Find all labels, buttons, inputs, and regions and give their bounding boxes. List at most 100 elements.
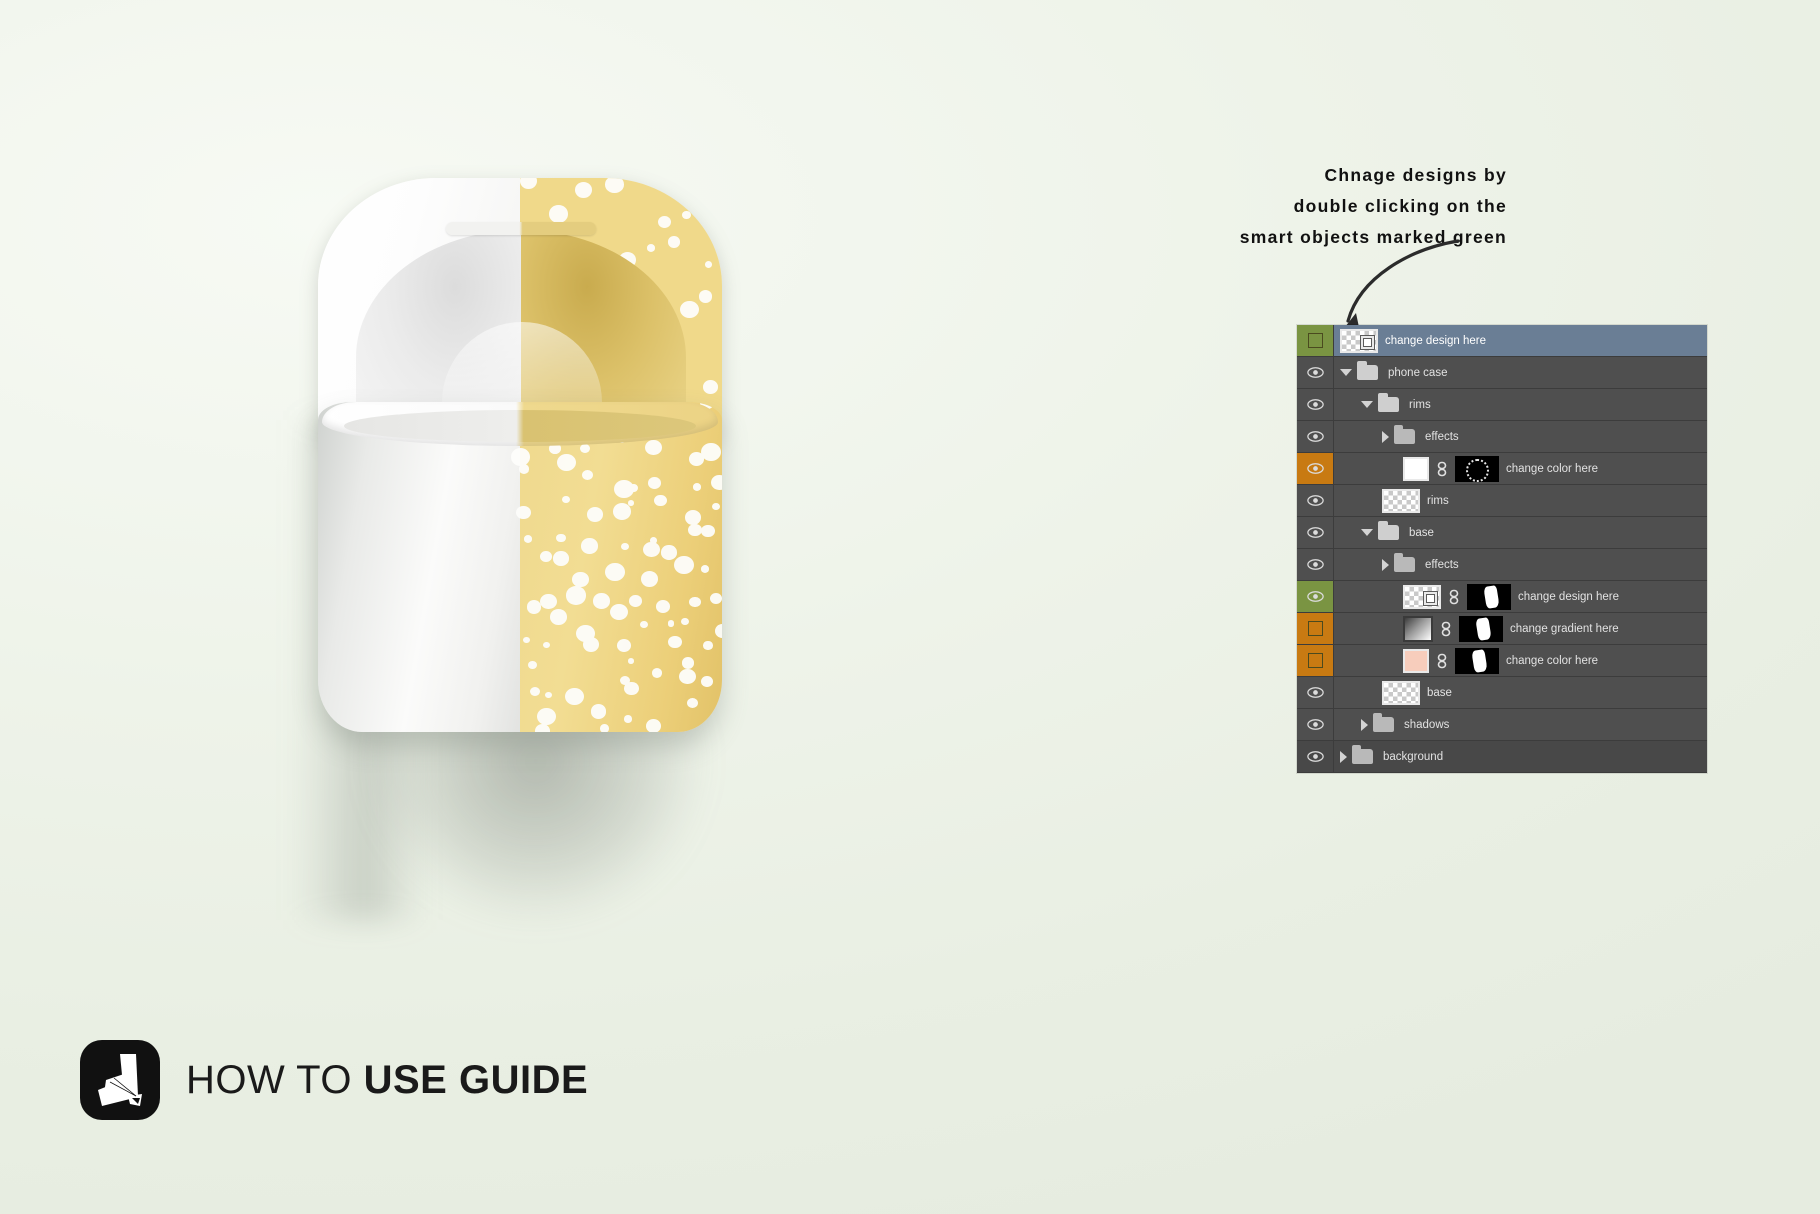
visibility-eye-icon[interactable] xyxy=(1306,367,1324,378)
smart-object-thumbnail[interactable] xyxy=(1403,584,1441,609)
visibility-cell[interactable] xyxy=(1297,357,1334,388)
layer-name: change color here xyxy=(1506,654,1599,667)
mask-shape xyxy=(1475,616,1493,641)
layer-thumbnail[interactable] xyxy=(1382,488,1420,513)
folder-open-icon xyxy=(1357,361,1378,380)
layer-row-body[interactable]: change design here xyxy=(1334,325,1707,356)
twirl-right-icon[interactable] xyxy=(1382,558,1389,571)
visibility-eye-icon[interactable] xyxy=(1306,527,1324,538)
layer-row[interactable]: change design here xyxy=(1297,325,1707,357)
layer-row[interactable]: change gradient here xyxy=(1297,613,1707,645)
layer-row[interactable]: shadows xyxy=(1297,709,1707,741)
layer-row[interactable]: background xyxy=(1297,741,1707,773)
layer-row-body[interactable]: background xyxy=(1334,741,1707,772)
visibility-off-icon[interactable] xyxy=(1307,653,1323,668)
layer-mask-thumbnail[interactable] xyxy=(1459,615,1503,642)
smart-object-thumbnail[interactable] xyxy=(1340,328,1378,353)
layer-name: base xyxy=(1427,686,1452,699)
layer-row[interactable]: change color here xyxy=(1297,645,1707,677)
color-fill-thumbnail[interactable] xyxy=(1403,456,1429,481)
photoshop-layers-panel[interactable]: change design here phone case rims effec… xyxy=(1297,325,1707,773)
layer-row-body[interactable]: effects xyxy=(1334,421,1707,452)
layer-row[interactable]: rims xyxy=(1297,389,1707,421)
twirl-down-icon[interactable] xyxy=(1361,401,1373,408)
layer-row-body[interactable]: change gradient here xyxy=(1334,613,1707,644)
mockup-logo-icon xyxy=(80,1040,160,1120)
layer-mask-thumbnail[interactable] xyxy=(1467,583,1511,610)
link-mask-icon[interactable] xyxy=(1440,621,1452,637)
layer-row-body[interactable]: base xyxy=(1334,517,1707,548)
visibility-cell[interactable] xyxy=(1297,677,1334,708)
visibility-eye-icon[interactable] xyxy=(1306,751,1324,762)
visibility-eye-icon[interactable] xyxy=(1306,687,1324,698)
visibility-cell[interactable] xyxy=(1297,549,1334,580)
mask-shape xyxy=(1471,648,1489,673)
layer-row[interactable]: rims xyxy=(1297,485,1707,517)
visibility-cell[interactable] xyxy=(1297,741,1334,772)
visibility-off-icon[interactable] xyxy=(1307,333,1323,348)
folder-open-icon xyxy=(1378,393,1399,412)
body-white-half xyxy=(318,402,520,732)
instruction-line-2: double clicking on the xyxy=(1293,196,1507,216)
smart-object-marker-cell[interactable] xyxy=(1297,325,1334,356)
page-title: HOW TO USE GUIDE xyxy=(186,1058,588,1103)
twirl-down-icon[interactable] xyxy=(1340,369,1352,376)
layer-row[interactable]: base xyxy=(1297,517,1707,549)
layer-row-body[interactable]: change color here xyxy=(1334,453,1707,484)
visibility-cell[interactable] xyxy=(1297,485,1334,516)
twirl-right-icon[interactable] xyxy=(1340,750,1347,763)
layer-row[interactable]: base xyxy=(1297,677,1707,709)
mask-shape xyxy=(1483,584,1501,609)
layer-row-body[interactable]: change design here xyxy=(1334,581,1707,612)
product-mockup-earbuds-case xyxy=(294,170,770,940)
layer-row[interactable]: change design here xyxy=(1297,581,1707,613)
smart-object-marker-cell[interactable] xyxy=(1297,581,1334,612)
editable-marker-cell[interactable] xyxy=(1297,453,1334,484)
layer-row[interactable]: effects xyxy=(1297,421,1707,453)
title-bold-part: USE GUIDE xyxy=(363,1057,589,1102)
layer-row[interactable]: effects xyxy=(1297,549,1707,581)
layer-mask-thumbnail[interactable] xyxy=(1455,455,1499,482)
folder-closed-icon xyxy=(1394,553,1415,572)
link-mask-icon[interactable] xyxy=(1436,653,1448,669)
layer-row[interactable]: change color here xyxy=(1297,453,1707,485)
layer-mask-thumbnail[interactable] xyxy=(1455,647,1499,674)
link-mask-icon[interactable] xyxy=(1436,461,1448,477)
visibility-eye-icon[interactable] xyxy=(1306,719,1324,730)
layer-row[interactable]: phone case xyxy=(1297,357,1707,389)
visibility-eye-icon[interactable] xyxy=(1306,431,1324,442)
layer-row-body[interactable]: rims xyxy=(1334,485,1707,516)
link-mask-icon[interactable] xyxy=(1448,589,1460,605)
layer-row-body[interactable]: base xyxy=(1334,677,1707,708)
folder-open-icon xyxy=(1378,521,1399,540)
editable-marker-cell[interactable] xyxy=(1297,613,1334,644)
visibility-off-icon[interactable] xyxy=(1307,621,1323,636)
mask-outline xyxy=(1466,458,1489,482)
visibility-cell[interactable] xyxy=(1297,389,1334,420)
twirl-down-icon[interactable] xyxy=(1361,529,1373,536)
visibility-cell[interactable] xyxy=(1297,421,1334,452)
visibility-eye-icon[interactable] xyxy=(1306,559,1324,570)
layer-row-body[interactable]: change color here xyxy=(1334,645,1707,676)
smart-object-badge-icon xyxy=(1423,590,1438,606)
layer-row-body[interactable]: rims xyxy=(1334,389,1707,420)
visibility-eye-icon[interactable] xyxy=(1306,399,1324,410)
layer-name: change design here xyxy=(1518,590,1620,603)
layer-row-body[interactable]: effects xyxy=(1334,549,1707,580)
case-rim-inner xyxy=(344,410,696,442)
layer-row-body[interactable]: shadows xyxy=(1334,709,1707,740)
visibility-cell[interactable] xyxy=(1297,517,1334,548)
folder-closed-icon xyxy=(1373,713,1394,732)
gradient-fill-thumbnail[interactable] xyxy=(1403,615,1433,642)
visibility-eye-icon[interactable] xyxy=(1306,463,1324,474)
layer-row-body[interactable]: phone case xyxy=(1334,357,1707,388)
editable-marker-cell[interactable] xyxy=(1297,645,1334,676)
twirl-right-icon[interactable] xyxy=(1382,430,1389,443)
layer-thumbnail[interactable] xyxy=(1382,680,1420,705)
visibility-eye-icon[interactable] xyxy=(1306,591,1324,602)
canvas-backdrop: Chnage designs by double clicking on the… xyxy=(0,0,1820,1214)
twirl-right-icon[interactable] xyxy=(1361,718,1368,731)
color-fill-thumbnail[interactable] xyxy=(1403,648,1429,673)
visibility-eye-icon[interactable] xyxy=(1306,495,1324,506)
visibility-cell[interactable] xyxy=(1297,709,1334,740)
